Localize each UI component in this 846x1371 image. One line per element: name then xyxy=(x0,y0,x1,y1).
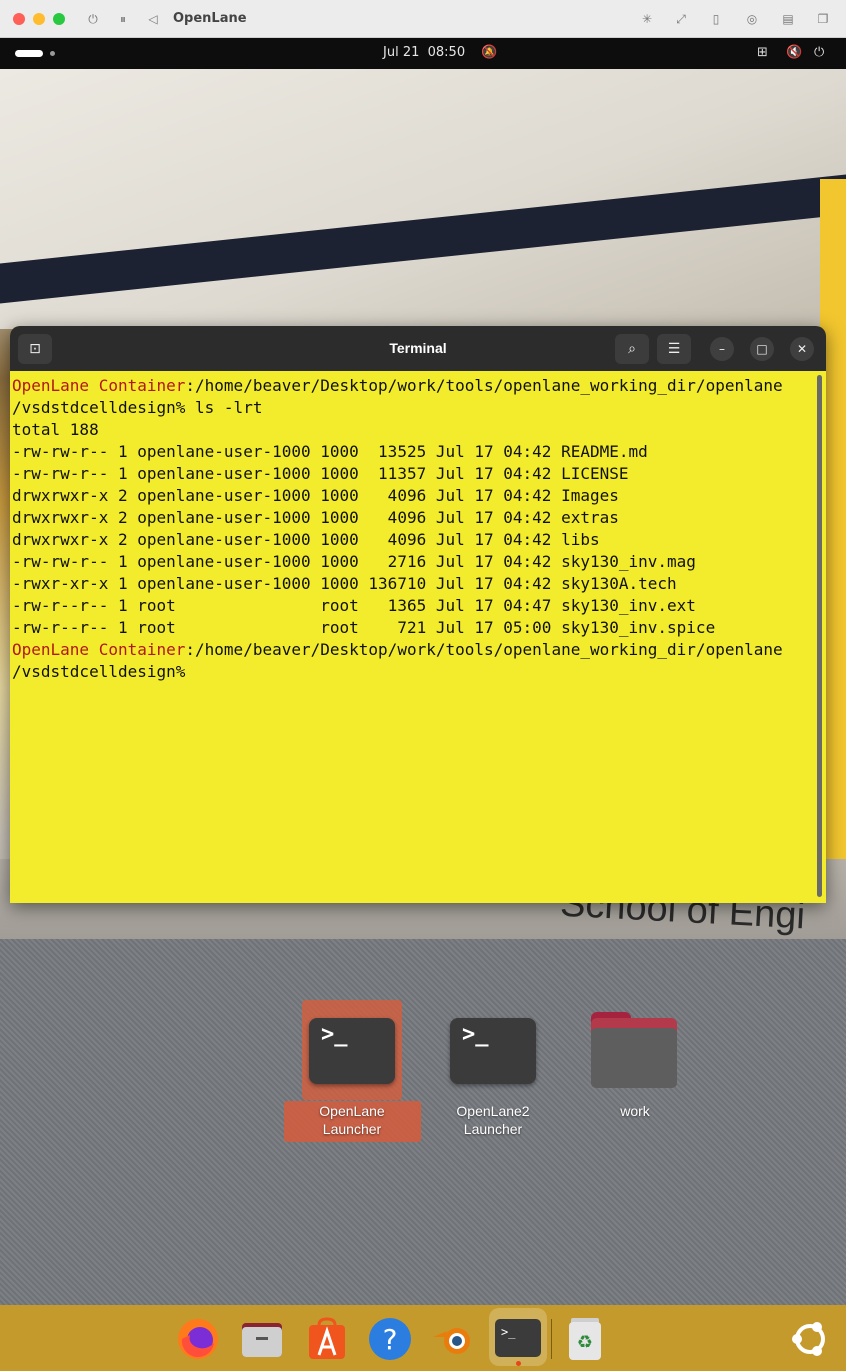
terminal-window[interactable]: ⊡ Terminal ⌕ ☰ – □ ✕ OpenLane Container:… xyxy=(10,326,826,903)
folder-front xyxy=(591,1028,677,1088)
terminal-line: -rw-rw-r-- 1 openlane-user-1000 1000 113… xyxy=(12,463,816,485)
openlane-launcher-icon[interactable]: >_ xyxy=(309,1018,395,1084)
terminal-line-text: /vsdstdcelldesign% ls -lrt xyxy=(12,398,263,417)
trash-icon[interactable]: ♻ xyxy=(562,1316,608,1362)
top-panel: Jul 21 08:50 🔕 ⊞ 🔇 ⏻ xyxy=(0,38,846,69)
terminal-line: -rw-r--r-- 1 root root 721 Jul 17 05:00 … xyxy=(12,617,816,639)
terminal-line: -rw-rw-r-- 1 openlane-user-1000 1000 135… xyxy=(12,441,816,463)
activities-button[interactable] xyxy=(15,50,43,57)
clock-date: Jul 21 xyxy=(383,45,420,60)
firefox-icon[interactable] xyxy=(175,1316,221,1362)
prompt-label: OpenLane Container xyxy=(12,640,186,659)
prompt-label: OpenLane Container xyxy=(12,376,186,395)
openlane2-launcher-icon[interactable]: >_ xyxy=(450,1018,536,1084)
openlane2-launcher-label[interactable]: OpenLane2 Launcher xyxy=(433,1102,553,1138)
blender-icon[interactable] xyxy=(430,1316,476,1362)
icon-label-line1: OpenLane2 xyxy=(456,1103,530,1119)
terminal-line: -rw-rw-r-- 1 openlane-user-1000 1000 271… xyxy=(12,551,816,573)
dock: ? >_ ♻ xyxy=(0,1305,846,1371)
wallpaper-floor xyxy=(0,939,846,1305)
resize-icon[interactable]: ⤢ xyxy=(670,8,692,30)
svg-text:?: ? xyxy=(383,1323,398,1356)
terminal-line: drwxrwxr-x 2 openlane-user-1000 1000 409… xyxy=(12,507,816,529)
help-icon[interactable]: ? xyxy=(367,1316,413,1362)
terminal-line: -rw-r--r-- 1 root root 1365 Jul 17 04:47… xyxy=(12,595,816,617)
terminal-line-text: -rw-r--r-- 1 root root 1365 Jul 17 04:47… xyxy=(12,596,696,615)
dock-separator xyxy=(551,1319,552,1359)
app-center-icon[interactable] xyxy=(304,1316,350,1362)
icon-label-line2: Launcher xyxy=(322,1121,382,1137)
clock-time: 08:50 xyxy=(427,45,466,60)
terminal-line: OpenLane Container:/home/beaver/Desktop/… xyxy=(12,375,816,397)
terminal-line-text: -rw-rw-r-- 1 openlane-user-1000 1000 271… xyxy=(12,552,696,571)
svg-text:>_: >_ xyxy=(501,1325,516,1339)
folder-icon[interactable] xyxy=(591,1012,677,1088)
terminal-line-text: -rw-rw-r-- 1 openlane-user-1000 1000 113… xyxy=(12,464,629,483)
running-indicator xyxy=(516,1361,521,1366)
terminal-line-text: -rwxr-xr-x 1 openlane-user-1000 1000 136… xyxy=(12,574,677,593)
terminal-line: OpenLane Container:/home/beaver/Desktop/… xyxy=(12,639,816,661)
windows-icon[interactable]: ❐ xyxy=(812,8,834,30)
terminal-scrollbar[interactable] xyxy=(817,375,822,897)
terminal-line-text: :/home/beaver/Desktop/work/tools/openlan… xyxy=(185,376,783,395)
workspace-indicator xyxy=(50,51,55,56)
terminal-line-text: /vsdstdcelldesign% xyxy=(12,662,186,681)
back-icon[interactable]: ◁ xyxy=(142,8,164,30)
terminal-line: -rwxr-xr-x 1 openlane-user-1000 1000 136… xyxy=(12,573,816,595)
terminal-output[interactable]: OpenLane Container:/home/beaver/Desktop/… xyxy=(12,375,816,903)
terminal-line-text: drwxrwxr-x 2 openlane-user-1000 1000 409… xyxy=(12,508,619,527)
terminal-line-text: drwxrwxr-x 2 openlane-user-1000 1000 409… xyxy=(12,486,619,505)
volume-muted-icon[interactable]: 🔇 xyxy=(786,45,802,60)
openlane-launcher-label[interactable]: OpenLane Launcher xyxy=(292,1102,412,1138)
search-icon[interactable]: ⌕ xyxy=(615,334,649,364)
terminal-headerbar[interactable]: ⊡ Terminal ⌕ ☰ – □ ✕ xyxy=(10,326,826,371)
terminal-icon[interactable]: >_ xyxy=(495,1316,541,1362)
minimize-icon[interactable]: – xyxy=(710,337,734,361)
svg-text:♻: ♻ xyxy=(577,1332,593,1353)
maximize-icon[interactable]: □ xyxy=(750,337,774,361)
minimize-window-button[interactable] xyxy=(33,13,45,25)
pause-icon[interactable]: ⏸ xyxy=(112,8,134,30)
work-folder-label[interactable]: work xyxy=(575,1102,695,1120)
bell-muted-icon: 🔕 xyxy=(481,45,498,60)
menu-icon[interactable]: ☰ xyxy=(657,334,691,364)
network-icon[interactable]: ⊞ xyxy=(757,45,768,60)
disc-icon[interactable]: ◎ xyxy=(741,8,763,30)
clock[interactable]: Jul 21 08:50 xyxy=(383,45,465,60)
power-icon[interactable]: ⏻ xyxy=(814,45,824,60)
power-icon[interactable]: ⏻ xyxy=(82,8,104,30)
show-apps-icon[interactable] xyxy=(787,1316,833,1362)
icon-label-line1: OpenLane xyxy=(319,1103,385,1119)
usb-icon[interactable]: ▯ xyxy=(705,8,727,30)
host-window-title: OpenLane xyxy=(173,11,247,26)
icon-label-line2: Launcher xyxy=(463,1121,523,1137)
terminal-line: /vsdstdcelldesign% ls -lrt xyxy=(12,397,816,419)
terminal-title: Terminal xyxy=(389,340,447,356)
terminal-line: total 188 xyxy=(12,419,816,441)
close-window-button[interactable] xyxy=(13,13,25,25)
terminal-line-text: drwxrwxr-x 2 openlane-user-1000 1000 409… xyxy=(12,530,600,549)
files-icon[interactable] xyxy=(239,1316,285,1362)
terminal-line-text: -rw-rw-r-- 1 openlane-user-1000 1000 135… xyxy=(12,442,648,461)
terminal-line-text: -rw-r--r-- 1 root root 721 Jul 17 05:00 … xyxy=(12,618,716,637)
host-window-bar: ⏻ ⏸ ◁ OpenLane ✳ ⤢ ▯ ◎ ▤ ❐ xyxy=(0,0,846,38)
terminal-line: drwxrwxr-x 2 openlane-user-1000 1000 409… xyxy=(12,485,816,507)
terminal-line-text: total 188 xyxy=(12,420,99,439)
terminal-line: /vsdstdcelldesign% xyxy=(12,661,816,683)
icon-label-line1: work xyxy=(620,1103,650,1119)
terminal-line: drwxrwxr-x 2 openlane-user-1000 1000 409… xyxy=(12,529,816,551)
terminal-line-text: :/home/beaver/Desktop/work/tools/openlan… xyxy=(185,640,783,659)
folder-share-icon[interactable]: ▤ xyxy=(777,8,799,30)
close-icon[interactable]: ✕ xyxy=(790,337,814,361)
zoom-window-button[interactable] xyxy=(53,13,65,25)
brightness-icon[interactable]: ✳ xyxy=(636,8,658,30)
